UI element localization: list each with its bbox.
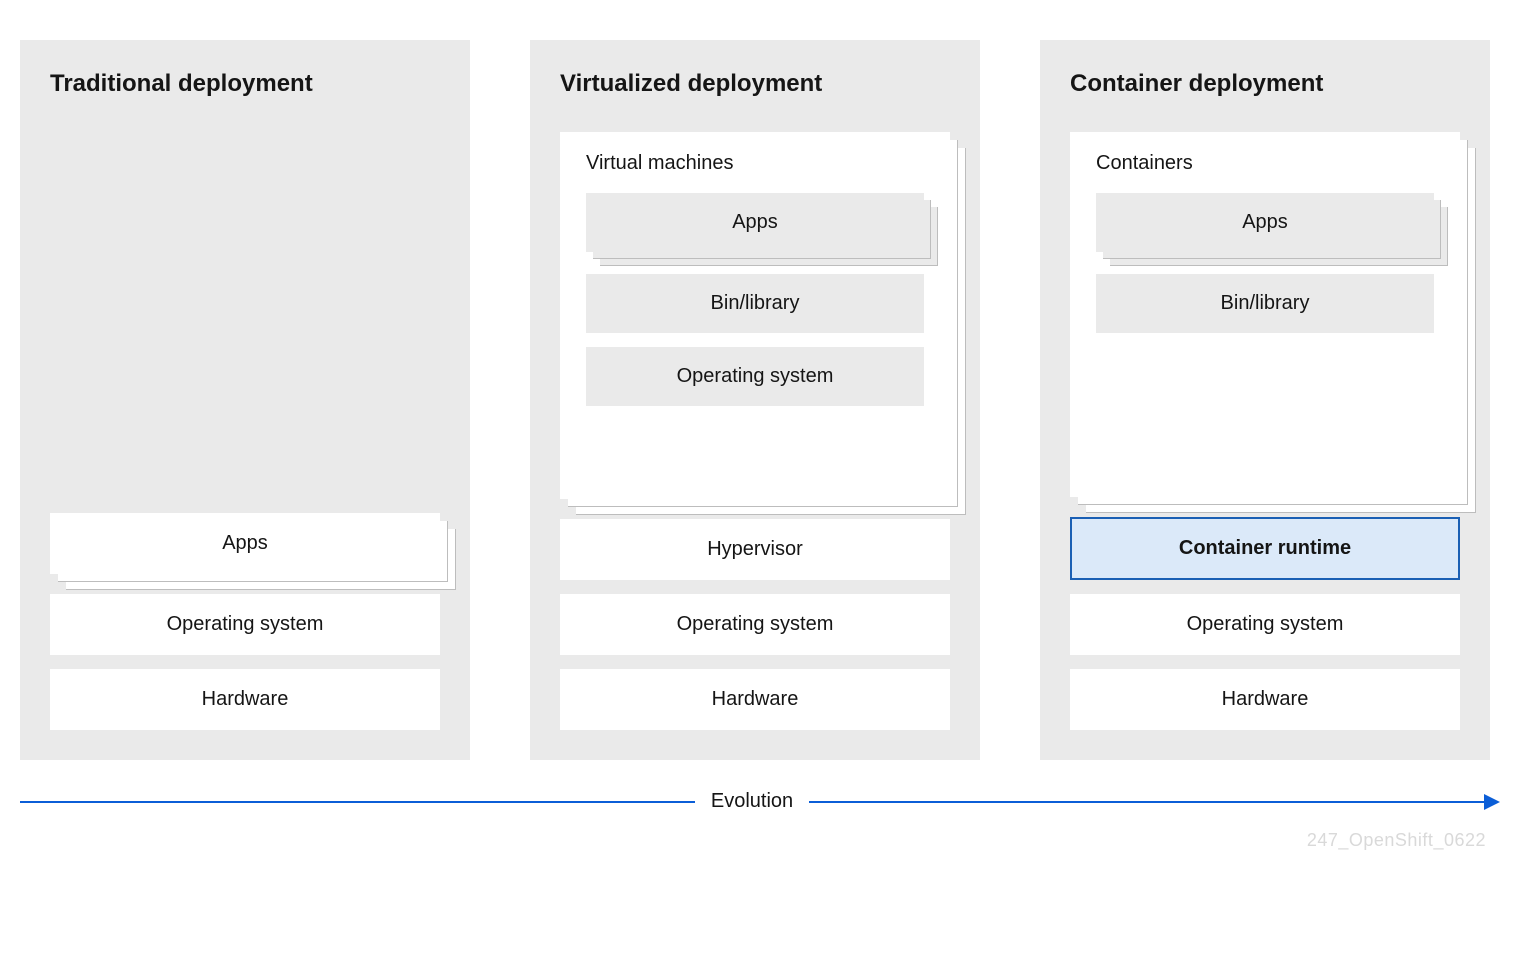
stack-front: Apps: [50, 513, 440, 574]
container-front: Containers Apps Bin/library: [1070, 132, 1460, 497]
diagram-columns: Traditional deployment Apps Operating sy…: [20, 40, 1500, 760]
os-block: Operating system: [560, 594, 950, 655]
panel-title-virtualized: Virtualized deployment: [560, 70, 950, 98]
apps-inner-stack: Apps: [1096, 193, 1434, 252]
vm-stack: Virtual machines Apps Bin/library Operat…: [560, 132, 950, 499]
spacer: [50, 118, 440, 499]
panel-virtualized: Virtualized deployment Virtual machines …: [530, 40, 980, 760]
apps-block: Apps: [1096, 193, 1434, 252]
panel-traditional: Traditional deployment Apps Operating sy…: [20, 40, 470, 760]
apps-inner-stack: Apps: [586, 193, 924, 252]
container-runtime-block: Container runtime: [1070, 517, 1460, 580]
panel-container: Container deployment Containers Apps Bin…: [1040, 40, 1490, 760]
os-inner-block: Operating system: [586, 347, 924, 406]
hardware-block: Hardware: [1070, 669, 1460, 730]
vm-label: Virtual machines: [586, 152, 924, 175]
arrow-line: [20, 801, 695, 803]
panel-title-traditional: Traditional deployment: [50, 70, 440, 98]
arrowhead-icon: [1484, 794, 1500, 810]
bin-block: Bin/library: [586, 274, 924, 333]
os-block: Operating system: [1070, 594, 1460, 655]
vm-front: Virtual machines Apps Bin/library Operat…: [560, 132, 950, 499]
apps-block: Apps: [586, 193, 924, 252]
watermark-text: 247_OpenShift_0622: [1307, 830, 1486, 851]
container-stack: Containers Apps Bin/library: [1070, 132, 1460, 497]
evolution-label: Evolution: [695, 790, 809, 813]
panel-title-container: Container deployment: [1070, 70, 1460, 98]
hardware-block: Hardware: [50, 669, 440, 730]
hypervisor-block: Hypervisor: [560, 519, 950, 580]
hardware-block: Hardware: [560, 669, 950, 730]
arrow-line: [809, 801, 1484, 803]
apps-stack-traditional: Apps: [50, 513, 440, 574]
os-block: Operating system: [50, 594, 440, 655]
evolution-arrow: Evolution: [20, 790, 1500, 813]
bin-block: Bin/library: [1096, 274, 1434, 333]
apps-block: Apps: [50, 513, 440, 574]
container-label: Containers: [1096, 152, 1434, 175]
